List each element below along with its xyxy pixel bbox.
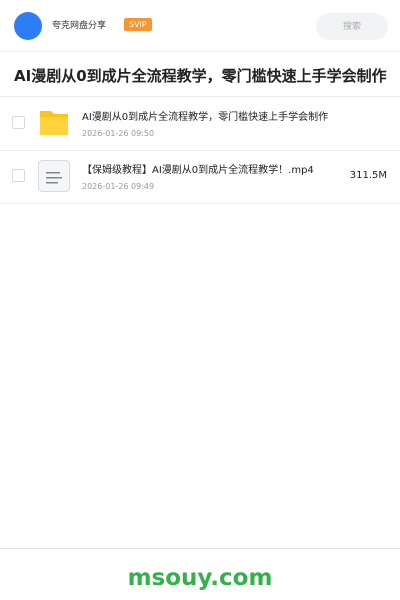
document-icon (38, 160, 70, 192)
folder-icon (40, 111, 68, 135)
file-name[interactable]: 【保姆级教程】AI漫剧从0到成片全流程教学！.mp4 (82, 164, 314, 178)
page-title: AI漫剧从0到成片全流程教学，零门槛快速上手学会制作 (14, 67, 387, 85)
svip-badge: SVIP (124, 18, 152, 31)
footer-brand: msouy.com (127, 565, 273, 591)
avatar[interactable] (14, 12, 42, 40)
file-date: 2026-01-26 09:50 (82, 129, 155, 138)
file-row[interactable]: AI漫剧从0到成片全流程教学，零门槛快速上手学会制作 2026-01-26 09… (0, 97, 400, 151)
search-input[interactable] (316, 13, 388, 40)
file-row[interactable]: 【保姆级教程】AI漫剧从0到成片全流程教学！.mp4 2026-01-26 09… (0, 150, 400, 204)
row-checkbox[interactable] (12, 169, 25, 182)
file-size: 311.5M (349, 170, 387, 181)
file-date: 2026-01-26 09:49 (82, 182, 155, 191)
app-name: 夸克网盘分享 (52, 21, 107, 31)
row-checkbox[interactable] (12, 116, 25, 129)
footer-divider (0, 548, 400, 549)
header: 夸克网盘分享 SVIP (0, 0, 400, 52)
file-name[interactable]: AI漫剧从0到成片全流程教学，零门槛快速上手学会制作 (82, 111, 328, 125)
